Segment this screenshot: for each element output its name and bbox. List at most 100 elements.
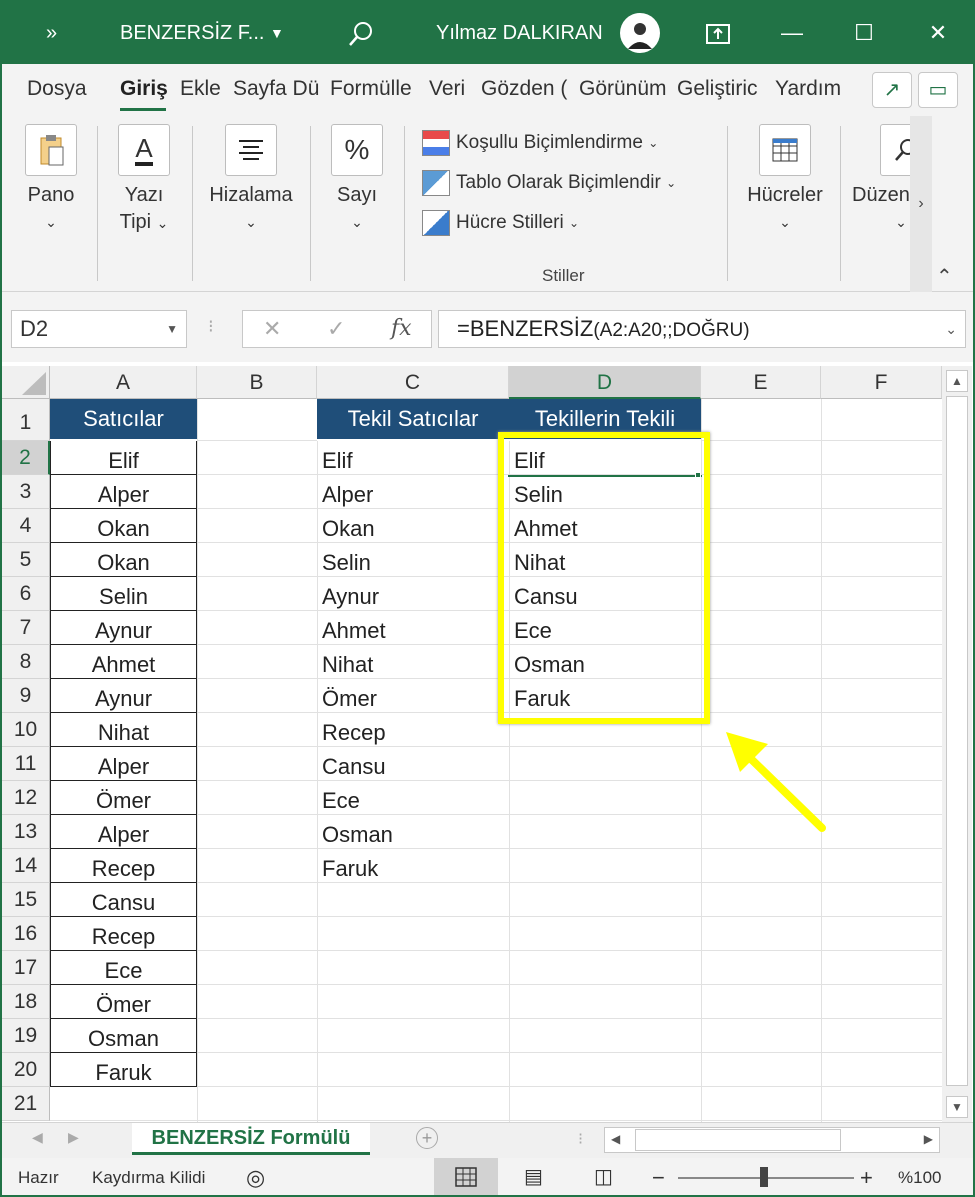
cell-column-c[interactable]: Ece [317,781,509,815]
row-header[interactable]: 1 [2,399,50,441]
row-header[interactable]: 13 [2,815,50,849]
row-header[interactable]: 14 [2,849,50,883]
select-all-corner[interactable] [2,366,50,399]
cell-column-a[interactable]: Selin [50,577,197,611]
cell-column-a[interactable]: Elif [50,441,197,475]
add-sheet-icon[interactable]: + [416,1127,438,1149]
horizontal-scroll-thumb[interactable] [635,1129,841,1151]
cell-c1-header[interactable]: Tekil Satıcılar [317,399,509,441]
tab-gozden-gecir[interactable]: Gözden ( [481,77,571,101]
tab-dosya[interactable]: Dosya [27,77,87,101]
cell-column-c[interactable]: Recep [317,713,509,747]
maximize-button[interactable]: ☐ [834,2,894,64]
cell-column-a[interactable]: Alper [50,815,197,849]
search-icon[interactable] [347,2,375,64]
cell-column-c[interactable]: Okan [317,509,509,543]
share-icon[interactable]: ↗ [872,72,912,108]
scroll-down-icon[interactable]: ▼ [946,1096,968,1118]
prev-sheet-icon[interactable]: ◀ [32,1129,43,1146]
zoom-level[interactable]: %100 [898,1158,941,1195]
row-header[interactable]: 17 [2,951,50,985]
cell-column-c[interactable]: Faruk [317,849,509,883]
avatar[interactable] [620,13,660,53]
column-header-f[interactable]: F [821,366,942,399]
sayi-group[interactable]: % Sayı ⌄ [324,116,390,236]
row-header[interactable]: 5 [2,543,50,577]
collapse-ribbon-icon[interactable]: ⌃ [936,264,953,289]
comments-icon[interactable]: ▭ [918,72,958,108]
tab-ekle[interactable]: Ekle [180,77,221,101]
horizontal-scrollbar[interactable]: ◀ ▶ [604,1127,940,1153]
hucre-stilleri-button[interactable]: Hücre Stilleri ⌄ [422,208,579,238]
column-header-d[interactable]: D [509,366,701,399]
worksheet-grid[interactable]: A B C D E F 1 2 3 4 5 6 7 8 9 10 11 12 13 14 15 16 17 18 1… [2,362,942,1122]
user-name[interactable]: Yılmaz DALKIRAN [436,2,603,64]
row-header[interactable]: 10 [2,713,50,747]
cell-column-c[interactable]: Aynur [317,577,509,611]
tab-veri[interactable]: Veri [429,77,465,101]
row-header[interactable]: 18 [2,985,50,1019]
tab-gelistirici[interactable]: Geliştiric [677,77,769,101]
cell-column-a[interactable]: Aynur [50,611,197,645]
cell-column-a[interactable]: Ahmet [50,645,197,679]
cell-column-a[interactable]: Alper [50,475,197,509]
row-header[interactable]: 6 [2,577,50,611]
cell-column-a[interactable]: Okan [50,509,197,543]
normal-view-button[interactable] [434,1158,498,1195]
kosullu-bicimlendirme-button[interactable]: Koşullu Biçimlendirme ⌄ [422,128,658,158]
cell-column-a[interactable]: Ömer [50,985,197,1019]
minimize-button[interactable]: — [762,2,822,64]
cell-column-a[interactable]: Recep [50,849,197,883]
cell-column-c[interactable]: Cansu [317,747,509,781]
cell-column-c[interactable]: Elif [317,441,509,475]
duzen-group[interactable]: Düzen ⌄ [852,116,910,236]
tab-formuller[interactable]: Formülle [330,77,422,101]
row-header[interactable]: 20 [2,1053,50,1087]
row-header[interactable]: 3 [2,475,50,509]
tablo-olarak-bicimlendir-button[interactable]: Tablo Olarak Biçimlendir ⌄ [422,168,676,198]
cell-column-a[interactable]: Cansu [50,883,197,917]
cell-column-c[interactable]: Osman [317,815,509,849]
cell-a1-header[interactable]: Satıcılar [50,399,197,441]
row-header[interactable]: 8 [2,645,50,679]
zoom-out-icon[interactable]: − [652,1158,665,1195]
enter-icon[interactable]: ✓ [327,316,345,342]
tab-split-grip-icon[interactable]: ⁝ [578,1129,583,1149]
name-box[interactable]: D2 ▼ [11,310,187,348]
next-sheet-icon[interactable]: ▶ [68,1129,79,1146]
cell-column-a[interactable]: Osman [50,1019,197,1053]
cell-column-a[interactable]: Ömer [50,781,197,815]
cell-column-a[interactable]: Ece [50,951,197,985]
zoom-slider-thumb[interactable] [760,1167,768,1187]
tab-sayfa-duzeni[interactable]: Sayfa Dü [233,77,323,101]
close-button[interactable]: ✕ [908,2,968,64]
row-header[interactable]: 9 [2,679,50,713]
column-header-c[interactable]: C [317,366,509,399]
hucreler-group[interactable]: Hücreler ⌄ [740,116,830,236]
cell-column-a[interactable]: Okan [50,543,197,577]
cell-column-c[interactable]: Ahmet [317,611,509,645]
cell-column-a[interactable]: Alper [50,747,197,781]
cell-column-a[interactable]: Nihat [50,713,197,747]
yazi-tipi-group[interactable]: A Yazı Tipi ⌄ [110,116,178,237]
row-header[interactable]: 4 [2,509,50,543]
column-header-e[interactable]: E [701,366,821,399]
page-layout-view-icon[interactable]: ▤ [524,1158,543,1195]
cancel-icon[interactable]: ✕ [263,316,281,342]
row-header[interactable]: 19 [2,1019,50,1053]
vertical-scroll-thumb[interactable] [946,396,968,1086]
row-header[interactable]: 15 [2,883,50,917]
row-header[interactable]: 11 [2,747,50,781]
pano-group[interactable]: Pano ⌄ [18,116,84,236]
scroll-left-icon[interactable]: ◀ [611,1132,620,1146]
vertical-scrollbar[interactable]: ▲ ▼ [942,366,972,1122]
fill-handle[interactable] [695,472,701,478]
accessibility-icon[interactable]: ◎ [246,1158,265,1195]
tab-yardim[interactable]: Yardım [775,77,841,101]
scroll-right-icon[interactable]: ▶ [924,1132,933,1146]
zoom-in-icon[interactable]: + [860,1158,873,1195]
cell-column-a[interactable]: Aynur [50,679,197,713]
page-break-view-icon[interactable]: ◫ [594,1158,613,1195]
formula-bar-grip-icon[interactable]: ⁝ [208,316,214,337]
row-header[interactable]: 16 [2,917,50,951]
